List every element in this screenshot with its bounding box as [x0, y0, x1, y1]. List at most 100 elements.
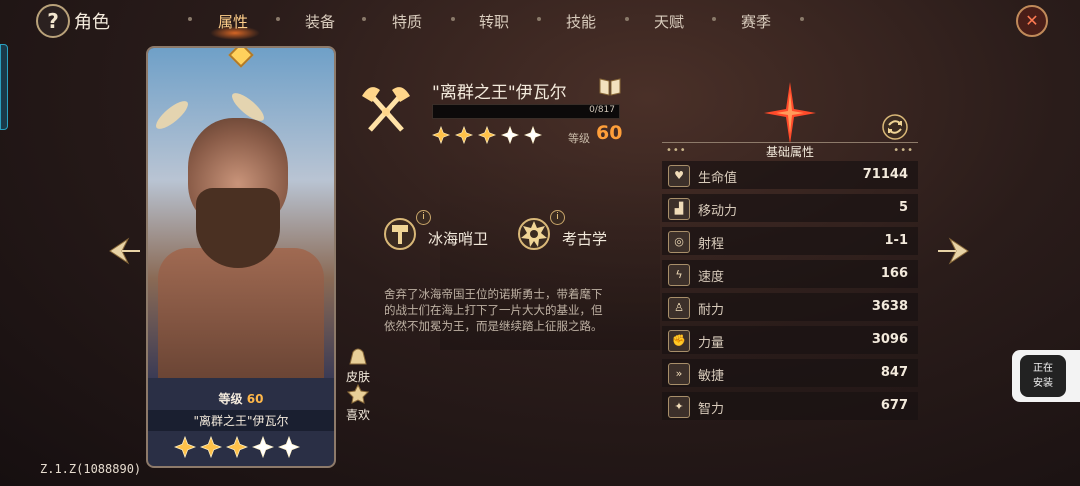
- close-icon[interactable]: ✕: [1016, 5, 1048, 37]
- stat-row-strength: ✊ 力量 3096: [662, 326, 918, 354]
- tab-separator-dot: [625, 17, 629, 21]
- stat-row-hp: ♥ 生命值 71144: [662, 161, 918, 189]
- top-bar: ? 角色 属性 装备 特质 转职 技能 天赋 赛季 ✕: [0, 0, 1080, 40]
- stat-value: 677: [880, 398, 908, 413]
- arm-icon: ✊: [668, 330, 690, 352]
- star-icon: [346, 383, 370, 404]
- tab-separator-dot: [800, 17, 804, 21]
- next-hero-arrow-icon[interactable]: [936, 236, 970, 266]
- stat-name: 速度: [698, 270, 725, 285]
- star-icon: [477, 125, 497, 145]
- stat-row-speed: ϟ 速度 166: [662, 260, 918, 288]
- info-icon[interactable]: i: [550, 210, 565, 225]
- tab-talents[interactable]: 天赋: [654, 11, 684, 32]
- gear-emblem-icon: [516, 216, 552, 252]
- install-status-popup[interactable]: 正在 安装: [1012, 350, 1080, 402]
- install-line-1: 正在: [1033, 363, 1053, 374]
- stat-value: 71144: [862, 167, 908, 182]
- stat-row-intelligence: ✦ 智力 677: [662, 392, 918, 420]
- tab-class-change[interactable]: 转职: [479, 11, 509, 32]
- info-icon[interactable]: i: [416, 210, 431, 225]
- stat-name: 敏捷: [698, 369, 725, 384]
- version-text: Z.1.Z(1088890): [40, 462, 142, 476]
- tab-separator-dot: [362, 17, 366, 21]
- tab-separator-dot: [451, 17, 455, 21]
- tab-separator-dot: [712, 17, 716, 21]
- stat-row-range: ◎ 射程 1-1: [662, 227, 918, 255]
- page-title: 角色: [74, 12, 110, 33]
- stat-value: 166: [880, 266, 908, 281]
- stats-title: 基础属性: [765, 145, 814, 159]
- hammer-emblem-icon: [382, 216, 418, 252]
- trait-label: 冰海哨卫: [428, 230, 489, 248]
- like-button[interactable]: 喜欢: [342, 383, 374, 423]
- stat-row-agility: » 敏捷 847: [662, 359, 918, 387]
- tab-attributes[interactable]: 属性: [218, 11, 248, 32]
- stat-name: 移动力: [698, 204, 738, 219]
- install-line-2: 安装: [1033, 378, 1053, 389]
- hero-horn-art: [152, 96, 192, 134]
- tab-season[interactable]: 赛季: [741, 11, 771, 32]
- star-icon: [277, 435, 301, 459]
- star-icon: [173, 435, 197, 459]
- star-icon: [199, 435, 223, 459]
- heart-icon: ♥: [668, 165, 690, 187]
- tab-separator-dot: [276, 17, 280, 21]
- boot-icon: ▟: [668, 198, 690, 220]
- person-icon: ♙: [668, 297, 690, 319]
- stat-name: 智力: [698, 402, 725, 417]
- experience-bar: 0/817: [432, 104, 620, 119]
- stats-header: ••• 基础属性 •••: [662, 142, 918, 159]
- card-level: 等级 60: [148, 390, 334, 407]
- tab-separator-dot: [537, 17, 541, 21]
- previous-hero-arrow-icon[interactable]: [108, 236, 142, 266]
- stat-row-movement: ▟ 移动力 5: [662, 194, 918, 222]
- swap-icon[interactable]: [882, 114, 908, 140]
- tab-skills[interactable]: 技能: [566, 11, 596, 32]
- stat-name: 耐力: [698, 303, 725, 318]
- star-icon: [251, 435, 275, 459]
- target-icon: ◎: [668, 231, 690, 253]
- wing-icon: »: [668, 363, 690, 385]
- crossed-axes-icon: [356, 80, 416, 140]
- bag-icon: [347, 346, 369, 366]
- help-back-icon[interactable]: ?: [36, 4, 70, 38]
- book-icon[interactable]: [598, 76, 622, 96]
- trait-label: 考古学: [562, 230, 608, 248]
- card-hero-name: "离群之王"伊瓦尔: [148, 410, 334, 431]
- star-icon: [523, 125, 543, 145]
- skin-button[interactable]: 皮肤: [342, 346, 374, 385]
- tab-separator-dot: [188, 17, 192, 21]
- card-level-value: 60: [246, 392, 264, 406]
- stat-name: 射程: [698, 237, 725, 252]
- hero-card[interactable]: 等级 60 "离群之王"伊瓦尔: [146, 46, 336, 468]
- left-edge-tab[interactable]: [0, 44, 8, 130]
- star-icon: [431, 125, 451, 145]
- stat-name: 生命值: [698, 171, 738, 186]
- stat-value: 847: [880, 365, 908, 380]
- hero-description: 舍弃了冰海帝国王位的诺斯勇士，带着麾下的战士们在海上打下了一片大大的基业，但依然…: [384, 287, 603, 333]
- hero-title: "离群之王"伊瓦尔: [432, 83, 567, 103]
- stat-value: 1-1: [884, 233, 909, 248]
- star-icon: [225, 435, 249, 459]
- card-star-rating: [173, 435, 314, 462]
- hero-beard-art: [196, 188, 280, 268]
- lightning-icon: ϟ: [668, 264, 690, 286]
- stat-value: 3638: [871, 299, 908, 314]
- stat-value: 5: [898, 200, 908, 215]
- stat-row-stamina: ♙ 耐力 3638: [662, 293, 918, 321]
- skin-label: 皮肤: [345, 370, 370, 384]
- compass-star-icon: [764, 82, 816, 144]
- install-status-badge: 正在 安装: [1020, 355, 1066, 397]
- hero-star-rating: [431, 125, 547, 148]
- star-icon: [500, 125, 520, 145]
- hero-level-value: 60: [596, 122, 623, 144]
- tab-equipment[interactable]: 装备: [305, 11, 335, 32]
- decor-dots: •••: [893, 145, 914, 156]
- stat-name: 力量: [698, 336, 725, 351]
- hero-portrait: [148, 48, 334, 378]
- experience-text: 0/817: [589, 105, 615, 115]
- tab-traits[interactable]: 特质: [392, 11, 422, 32]
- stat-value: 3096: [871, 332, 908, 347]
- card-level-label: 等级: [218, 392, 243, 406]
